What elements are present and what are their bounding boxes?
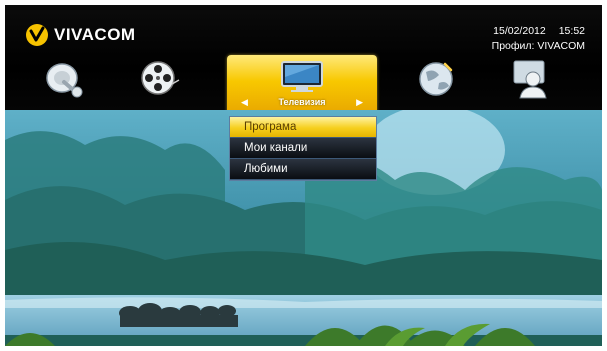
tv-icon [281, 61, 323, 92]
user-profile-icon[interactable] [510, 58, 552, 100]
time-text: 15:52 [558, 25, 585, 37]
right-arrow-icon[interactable]: ▶ [356, 97, 363, 108]
logo-text: VIVACOM [54, 25, 136, 44]
submenu-dropdown: Програма Мои канали Любими [229, 116, 377, 181]
date-text: 15/02/2012 [493, 25, 546, 37]
selected-menu-label: Телевизия [278, 97, 326, 107]
vivacom-logo-icon [26, 24, 48, 46]
submenu-item-program[interactable]: Програма [230, 117, 376, 138]
profile-text: Профил: VIVACOM [491, 40, 585, 52]
globe-icon[interactable] [415, 58, 457, 100]
status-panel: 15/02/2012 15:52 Профил: VIVACOM [480, 24, 585, 54]
submenu-item-label: Програма [244, 121, 297, 133]
radio-satellite-icon[interactable] [44, 58, 86, 100]
submenu-item-label: Любими [244, 163, 288, 175]
submenu-item-my-channels[interactable]: Мои канали [230, 138, 376, 159]
tv-screen: VIVACOM 15/02/2012 15:52 Профил: VIVACOM [5, 5, 602, 346]
top-menu-bar: VIVACOM 15/02/2012 15:52 Профил: VIVACOM [5, 5, 602, 113]
vivacom-logo: VIVACOM [25, 22, 136, 48]
submenu-item-label: Мои канали [244, 142, 308, 154]
submenu-item-favorites[interactable]: Любими [230, 159, 376, 180]
menu-tile-television-selected[interactable]: ◀ Телевизия ▶ [227, 55, 377, 113]
film-reel-icon[interactable] [139, 58, 181, 100]
